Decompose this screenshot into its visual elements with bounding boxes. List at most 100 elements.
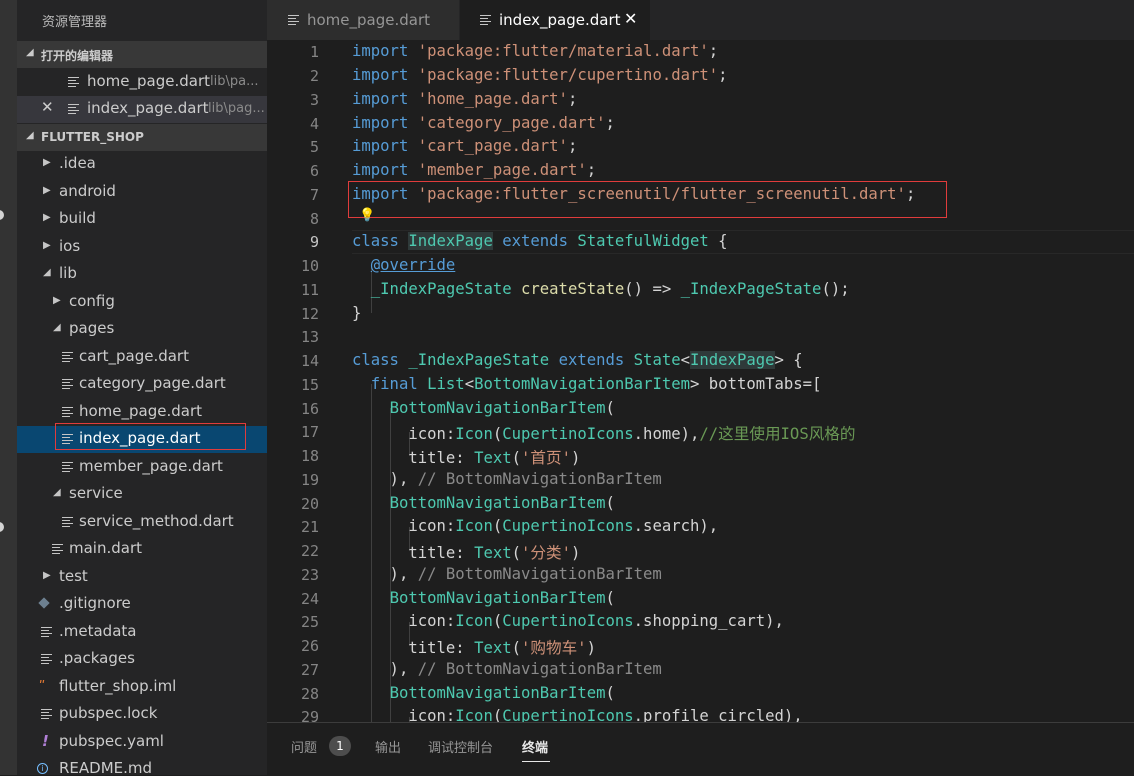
file-lines-icon [52,543,63,554]
tree-folder-test[interactable]: ▶ test [17,564,267,591]
line-number: 13 [300,328,319,346]
tree-file-home-page[interactable]: home_page.dart [17,399,267,426]
tree-file-gitignore[interactable]: .gitignore [17,591,267,618]
line-number: 15 [300,376,319,394]
line-number: 26 [300,637,319,655]
line-number: 25 [300,613,319,631]
file-lines-icon [62,461,73,472]
panel-tab-problems[interactable]: 问题 [291,737,317,756]
chevron-down-icon: ◢ [53,487,61,498]
line-number: 6 [309,162,319,180]
panel-tab-terminal[interactable]: 终端 [522,737,548,756]
file-lines-icon [62,351,73,362]
code-line: _IndexPageState createState() => _IndexP… [370,280,850,298]
line-number: 28 [300,685,319,703]
chevron-down-icon: ◢ [53,322,61,333]
tree-file-category-page[interactable]: category_page.dart [17,371,267,398]
line-number: 1 [309,43,319,61]
bottom-panel: 问题 1 输出 调试控制台 终端 [267,722,1134,776]
line-number: 24 [300,590,319,608]
line-number: 11 [300,281,319,299]
tab-home-page[interactable]: home_page.dart [267,0,459,40]
code-line: final List<BottomNavigationBarItem> bott… [370,375,822,393]
code-line: ), // BottomNavigationBarItem [352,565,662,583]
tree-folder-config[interactable]: ▶ config [17,289,267,316]
code-line: icon:Icon(CupertinoIcons.home),//这里使用IOS… [352,425,856,443]
line-number: 17 [300,423,319,441]
file-lines-icon [41,626,52,637]
tree-folder-ios[interactable]: ▶ ios [17,234,267,261]
code-line: title: Text('分类') [352,544,581,562]
file-lines-icon [41,653,52,664]
code-line: class IndexPage extends StatefulWidget { [352,232,728,250]
code-line: import 'home_page.dart'; [352,90,578,108]
info-icon: i [37,763,48,774]
project-header[interactable]: ◢ FLUTTER_SHOP [17,124,267,151]
tree-file-member-page[interactable]: member_page.dart [17,454,267,481]
active-tab-underline [522,761,550,762]
activity-icon[interactable] [0,522,4,532]
file-lines-icon [41,708,52,719]
code-line: import 'package:flutter_screenutil/flutt… [352,185,916,203]
panel-tab-debug-console[interactable]: 调试控制台 [428,737,493,756]
file-lines-icon [62,406,73,417]
tree-file-service-method[interactable]: service_method.dart [17,509,267,536]
chevron-right-icon: ▶ [43,212,51,223]
tab-index-page[interactable]: index_page.dart ✕ [460,0,650,40]
tree-folder-build[interactable]: ▶ build [17,206,267,233]
code-editor[interactable]: 1 2 3 4 5 6 7 8 9 10 11 12 13 14 15 16 1… [267,40,1134,722]
chevron-down-icon: ◢ [43,267,51,278]
code-line: import 'member_page.dart'; [352,161,597,179]
tree-file-pubspec-yaml[interactable]: ! pubspec.yaml [17,729,267,756]
file-lines-icon [62,433,73,444]
tree-folder-idea[interactable]: ▶ .idea [17,151,267,178]
line-number: 16 [300,400,319,418]
open-editors-header[interactable]: ◢ 打开的编辑器 [17,41,267,68]
code-line: BottomNavigationBarItem( [389,399,615,417]
open-editor-item-active[interactable]: ✕ index_page.dart lib\pag... [17,96,267,123]
explorer-title: 资源管理器 [42,15,108,30]
code-line: import 'category_page.dart'; [352,114,615,132]
file-lines-icon [62,378,73,389]
code-line: icon:Icon(CupertinoIcons.profile_circled… [352,707,803,722]
code-line: } [352,304,362,322]
tree-file-metadata[interactable]: .metadata [17,619,267,646]
line-number: 21 [300,518,319,536]
code-line: import 'cart_page.dart'; [352,137,578,155]
tree-file-index-page[interactable]: index_page.dart [17,426,267,453]
line-number: 22 [300,542,319,560]
code-line: icon:Icon(CupertinoIcons.search), [352,517,719,535]
line-number: 3 [309,91,319,109]
activity-icon[interactable] [0,210,4,220]
chevron-right-icon: ▶ [43,240,51,251]
tree-file-readme[interactable]: i README.md [17,756,267,775]
tree-folder-service[interactable]: ◢ service [17,481,267,508]
activity-bar [0,0,17,775]
line-number: 27 [300,661,319,679]
code-line: @override [370,256,456,274]
open-editor-item[interactable]: home_page.dart lib\pa... [17,69,267,96]
line-number: 14 [300,352,319,370]
close-icon[interactable]: ✕ [624,9,637,28]
tree-file-main[interactable]: main.dart [17,536,267,563]
tree-folder-android[interactable]: ▶ android [17,179,267,206]
tree-file-pubspec-lock[interactable]: pubspec.lock [17,701,267,728]
line-number: 29 [300,708,319,722]
code-line: import 'package:flutter/cupertino.dart'; [352,66,728,84]
lightbulb-icon[interactable]: 💡 [359,208,375,223]
panel-tab-output[interactable]: 输出 [375,737,401,756]
tree-file-cart-page[interactable]: cart_page.dart [17,344,267,371]
tree-folder-pages[interactable]: ◢ pages [17,316,267,343]
chevron-right-icon: ▶ [43,185,51,196]
chevron-right-icon: ▶ [43,570,51,581]
line-number: 9 [309,233,319,251]
tree-file-iml[interactable]: ʺ flutter_shop.iml [17,674,267,701]
rss-icon: ʺ [39,679,46,693]
tree-folder-lib[interactable]: ◢ lib [17,261,267,288]
tree-file-packages[interactable]: .packages [17,646,267,673]
code-line: class _IndexPageState extends State<Inde… [352,351,803,369]
file-lines-icon [68,76,79,87]
close-icon[interactable]: ✕ [41,98,54,116]
problems-count-badge: 1 [329,736,351,756]
code-line: import 'package:flutter/material.dart'; [352,42,719,60]
